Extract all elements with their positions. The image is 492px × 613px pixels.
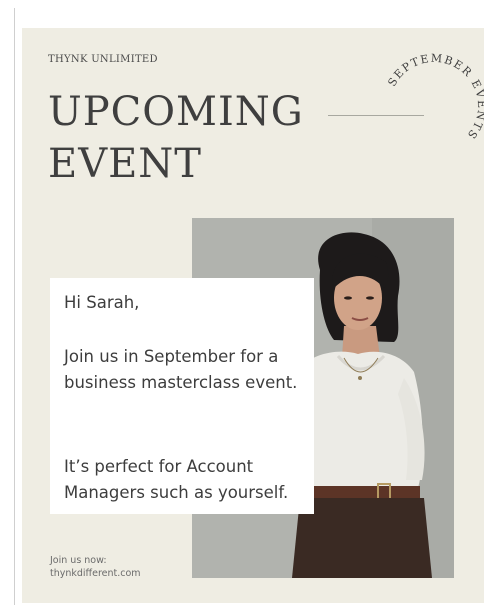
headline-line-1: UPCOMING xyxy=(48,89,304,135)
brand-name: THYNK UNLIMITED xyxy=(48,54,158,65)
event-poster: THYNK UNLIMITED UPCOMING EVENT SEPTEMBER… xyxy=(22,28,484,603)
september-events-badge: SEPTEMBER EVENTS xyxy=(385,52,484,143)
message-box: Hi Sarah, Join us in September for a bus… xyxy=(50,278,314,514)
headline: UPCOMING EVENT xyxy=(48,86,304,190)
headline-line-2: EVENT xyxy=(48,141,202,187)
invite-paragraph: Join us in September for a business mast… xyxy=(64,347,298,392)
audience-paragraph: It’s perfect for Account Managers such a… xyxy=(64,457,289,502)
greeting: Hi Sarah, xyxy=(64,293,140,312)
footer-join-text: Join us now: xyxy=(50,555,107,566)
footer-cta: Join us now: thynkdifferent.com xyxy=(50,554,141,580)
page-edge-rule xyxy=(14,8,15,605)
footer-website-link[interactable]: thynkdifferent.com xyxy=(50,567,141,580)
badge-text: SEPTEMBER EVENTS xyxy=(385,52,484,143)
